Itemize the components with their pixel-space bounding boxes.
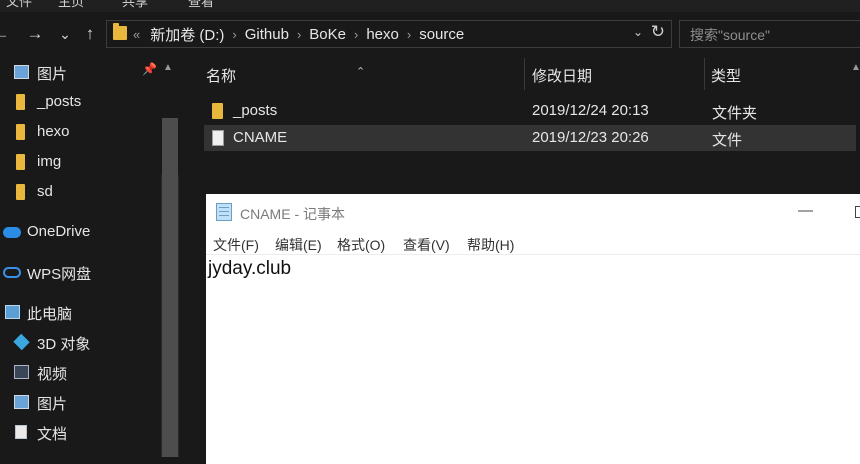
folder-icon <box>16 154 25 170</box>
wps-cloud-icon <box>3 267 21 278</box>
menu-format[interactable]: 格式(O) <box>337 235 385 255</box>
breadcrumb-overflow[interactable]: « <box>133 27 140 42</box>
sidebar-item-label: OneDrive <box>27 223 91 240</box>
pictures-icon <box>14 395 29 409</box>
sidebar-item-label: sd <box>37 183 53 200</box>
up-button[interactable]: ↑ <box>79 21 101 47</box>
breadcrumb-boke[interactable]: BoKe <box>309 26 346 43</box>
address-bar[interactable]: « 新加卷 (D:) › Github › BoKe › hexo › sour… <box>106 20 672 48</box>
window-title: CNAME - 记事本 <box>240 206 345 222</box>
scroll-up-icon: ▲ <box>851 62 860 73</box>
onedrive-icon <box>3 227 21 238</box>
menu-view[interactable]: 查看(V) <box>403 235 450 255</box>
sidebar-item-label: 图片 <box>37 66 68 83</box>
file-row[interactable]: _posts 2019/12/24 20:13 文件夹 <box>204 98 856 124</box>
sidebar-item-onedrive[interactable]: OneDrive <box>0 218 158 246</box>
sidebar-scrollbar-thumb[interactable] <box>162 118 178 457</box>
folder-icon <box>113 23 127 40</box>
notepad-menu-bar: 文件(F) 编辑(E) 格式(O) 查看(V) 帮助(H) <box>206 230 860 255</box>
pin-icon[interactable]: 📌 <box>142 62 157 76</box>
ribbon-tabs: 文件 主页 共享 查看 <box>0 0 860 12</box>
notepad-window: CNAME - 记事本 — 文件(F) 编辑(E) 格式(O) 查看(V) 帮助… <box>206 194 860 464</box>
breadcrumb-separator[interactable]: › <box>297 27 301 42</box>
column-header-label: 类型 <box>711 68 742 85</box>
sidebar-item-documents[interactable]: 文档 <box>0 418 158 446</box>
column-header-label: 名称 <box>206 68 237 85</box>
videos-icon <box>14 365 29 379</box>
folder-icon <box>16 124 25 140</box>
column-header-label: 修改日期 <box>532 68 593 85</box>
pictures-icon <box>14 65 29 79</box>
sidebar-item-sd[interactable]: sd <box>0 178 158 206</box>
navigation-pane: 图片 📌 ▲ _posts hexo img sd OneDrive WPS网盘… <box>0 56 180 457</box>
3d-objects-icon <box>13 333 30 351</box>
sidebar-item-label: 此电脑 <box>27 306 73 323</box>
breadcrumb-separator[interactable]: › <box>232 27 236 42</box>
notepad-icon <box>216 203 232 221</box>
sidebar-item-label: _posts <box>37 93 82 110</box>
folder-icon <box>16 184 25 200</box>
ribbon-tab-home[interactable]: 主页 <box>58 0 84 10</box>
file-type: 文件夹 <box>712 105 758 122</box>
ribbon-tab-share[interactable]: 共享 <box>122 0 148 10</box>
navigation-bar: ← → ⌄ ↑ « 新加卷 (D:) › Github › BoKe › hex… <box>0 12 860 56</box>
sidebar-item-label: 视频 <box>37 366 68 383</box>
sidebar-item-hexo[interactable]: hexo <box>0 118 158 146</box>
minimize-button[interactable]: — <box>798 202 813 219</box>
breadcrumb-hexo[interactable]: hexo <box>366 26 399 43</box>
scroll-up-icon[interactable]: ▲ <box>163 62 173 73</box>
list-scroll-up[interactable]: ▲ <box>851 56 860 90</box>
sidebar-item-this-pc[interactable]: 此电脑 <box>0 298 158 326</box>
menu-file[interactable]: 文件(F) <box>213 235 259 255</box>
notepad-title-bar[interactable]: CNAME - 记事本 — <box>206 194 860 230</box>
documents-icon <box>15 425 27 439</box>
file-modified: 2019/12/23 20:26 <box>532 129 649 146</box>
forward-button[interactable]: → <box>24 21 46 47</box>
folder-icon <box>212 103 223 119</box>
breadcrumb-source[interactable]: source <box>419 26 464 43</box>
address-dropdown-button[interactable]: ⌄ <box>633 25 643 39</box>
menu-help[interactable]: 帮助(H) <box>467 235 514 255</box>
file-name: _posts <box>233 102 278 119</box>
search-input[interactable]: 搜索"source" <box>690 25 770 45</box>
sidebar-item-label: img <box>37 153 62 170</box>
breadcrumb-separator[interactable]: › <box>354 27 358 42</box>
sidebar-item-wps[interactable]: WPS网盘 <box>0 258 158 286</box>
sidebar-item-label: 图片 <box>37 396 68 413</box>
file-type: 文件 <box>712 132 743 149</box>
ribbon-tab-file[interactable]: 文件 <box>6 0 32 10</box>
sidebar-item-label: WPS网盘 <box>27 266 92 283</box>
breadcrumb-separator[interactable]: › <box>407 27 411 42</box>
breadcrumb: « 新加卷 (D:) › Github › BoKe › hexo › sour… <box>133 21 464 47</box>
menu-edit[interactable]: 编辑(E) <box>275 235 322 255</box>
ribbon-tab-view[interactable]: 查看 <box>188 0 214 10</box>
column-header-name[interactable]: 名称 ⌃ <box>180 56 525 90</box>
notepad-text-area[interactable]: jyday.club <box>208 258 291 280</box>
folder-icon <box>16 94 25 110</box>
breadcrumb-github[interactable]: Github <box>245 26 289 43</box>
sidebar-item-pictures-pc[interactable]: 图片 <box>0 388 158 416</box>
back-button[interactable]: ← <box>0 21 12 47</box>
search-box[interactable]: 搜索"source" <box>679 20 860 48</box>
sidebar-item-posts[interactable]: _posts <box>0 88 158 116</box>
column-header-modified[interactable]: 修改日期 <box>525 56 705 90</box>
column-header-type[interactable]: 类型 <box>705 56 855 90</box>
sidebar-item-img[interactable]: img <box>0 148 158 176</box>
refresh-icon[interactable]: ↻ <box>651 22 665 42</box>
sidebar-item-label: hexo <box>37 123 70 140</box>
file-icon <box>212 130 224 146</box>
sidebar-item-3d-objects[interactable]: 3D 对象 <box>0 328 158 356</box>
file-name: CNAME <box>233 129 288 146</box>
sidebar-item-pictures[interactable]: 图片 <box>0 58 158 86</box>
maximize-button[interactable] <box>855 206 860 218</box>
sidebar-item-label: 文档 <box>37 426 68 443</box>
this-pc-icon <box>5 305 20 319</box>
file-modified: 2019/12/24 20:13 <box>532 102 649 119</box>
recent-locations-button[interactable]: ⌄ <box>54 21 76 47</box>
breadcrumb-drive[interactable]: 新加卷 (D:) <box>150 24 224 45</box>
file-row-selected[interactable]: CNAME 2019/12/23 20:26 文件 <box>204 125 856 151</box>
sidebar-item-label: 3D 对象 <box>37 336 91 353</box>
sidebar-item-videos[interactable]: 视频 <box>0 358 158 386</box>
sort-ascending-icon: ⌃ <box>356 66 366 78</box>
